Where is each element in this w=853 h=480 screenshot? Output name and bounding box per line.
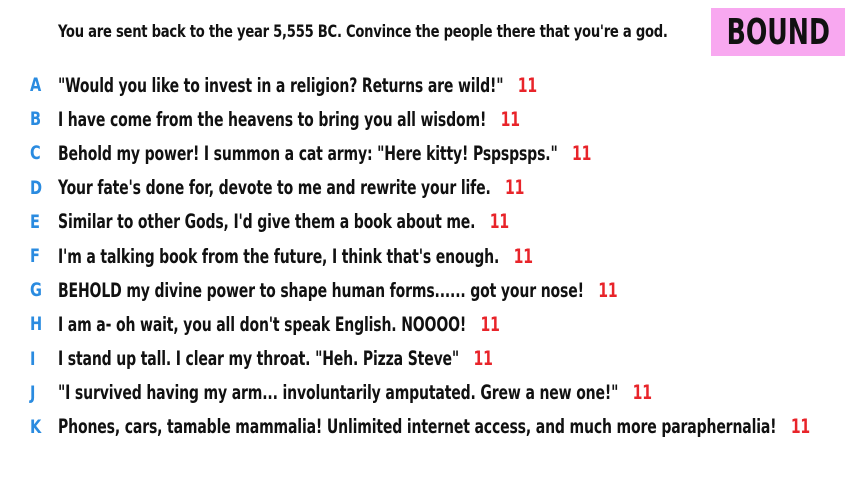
answer-row-c[interactable]: C Behold my power! I summon a cat army: … xyxy=(0,136,853,170)
answer-line: "I survived having my arm... involuntari… xyxy=(58,381,652,404)
answer-row-g[interactable]: G BEHOLD my divine power to shape human … xyxy=(0,273,853,307)
answer-line: I'm a talking book from the future, I th… xyxy=(58,245,533,268)
answer-line: BEHOLD my divine power to shape human fo… xyxy=(58,278,618,302)
answer-text: I have come from the heavens to bring yo… xyxy=(58,107,487,131)
answer-text: BEHOLD my divine power to shape human fo… xyxy=(58,278,584,302)
answer-text: I am a- oh wait, you all don't speak Eng… xyxy=(58,312,467,336)
answer-line: Your fate's done for, devote to me and r… xyxy=(58,176,524,199)
answer-text: Your fate's done for, devote to me and r… xyxy=(58,176,491,200)
answer-text: Behold my power! I summon a cat army: "H… xyxy=(58,141,558,165)
answer-letter: D xyxy=(30,176,43,199)
answer-row-i[interactable]: I I stand up tall. I clear my throat. "H… xyxy=(0,342,853,376)
answer-text: I'm a talking book from the future, I th… xyxy=(58,244,500,268)
answer-text: "I survived having my arm... involuntari… xyxy=(58,381,619,405)
answer-letter: F xyxy=(30,245,40,268)
answer-letter: K xyxy=(30,415,42,438)
answer-row-e[interactable]: E Similar to other Gods, I'd give them a… xyxy=(0,205,853,239)
answer-score: 11 xyxy=(513,244,533,268)
answer-row-h[interactable]: H I am a- oh wait, you all don't speak E… xyxy=(0,307,853,341)
bound-badge-label: BOUND xyxy=(726,11,830,53)
answer-letter: B xyxy=(30,108,42,131)
answer-score: 11 xyxy=(473,347,493,371)
answer-score: 11 xyxy=(480,312,500,336)
answer-line: Similar to other Gods, I'd give them a b… xyxy=(58,210,509,233)
answer-list: A "Would you like to invest in a religio… xyxy=(0,68,853,444)
answer-letter: C xyxy=(30,142,41,165)
answer-letter: A xyxy=(30,74,42,97)
answer-score: 11 xyxy=(505,176,525,200)
answer-text: "Would you like to invest in a religion?… xyxy=(58,73,504,97)
answer-score: 11 xyxy=(517,73,537,97)
answer-row-a[interactable]: A "Would you like to invest in a religio… xyxy=(0,68,853,102)
answer-text: Phones, cars, tamable mammalia! Unlimite… xyxy=(58,415,777,439)
answer-score: 11 xyxy=(572,141,592,165)
answer-letter: G xyxy=(30,279,42,302)
answer-line: I am a- oh wait, you all don't speak Eng… xyxy=(58,313,500,336)
answer-score: 11 xyxy=(500,107,520,131)
bound-badge: BOUND xyxy=(711,8,845,56)
answer-score: 11 xyxy=(489,210,509,234)
answer-letter: H xyxy=(30,313,43,336)
answer-text: I stand up tall. I clear my throat. "Heh… xyxy=(58,347,460,371)
answer-letter: I xyxy=(30,347,36,370)
answer-text: Similar to other Gods, I'd give them a b… xyxy=(58,210,476,234)
answer-letter: J xyxy=(30,381,36,404)
answer-line: Phones, cars, tamable mammalia! Unlimite… xyxy=(58,415,810,438)
answer-row-j[interactable]: J "I survived having my arm... involunta… xyxy=(0,376,853,410)
answer-row-k[interactable]: K Phones, cars, tamable mammalia! Unlimi… xyxy=(0,410,853,444)
answer-line: I have come from the heavens to bring yo… xyxy=(58,108,520,131)
answer-score: 11 xyxy=(598,278,618,302)
answer-line: I stand up tall. I clear my throat. "Heh… xyxy=(58,347,493,370)
answer-line: "Would you like to invest in a religion?… xyxy=(58,74,537,97)
answer-letter: E xyxy=(30,210,40,233)
answer-line: Behold my power! I summon a cat army: "H… xyxy=(58,142,591,165)
answer-row-b[interactable]: B I have come from the heavens to bring … xyxy=(0,102,853,136)
question-prompt: You are sent back to the year 5,555 BC. … xyxy=(58,22,668,42)
answer-score: 11 xyxy=(790,415,811,439)
answer-row-f[interactable]: F I'm a talking book from the future, I … xyxy=(0,239,853,273)
answer-row-d[interactable]: D Your fate's done for, devote to me and… xyxy=(0,171,853,205)
answer-score: 11 xyxy=(632,381,652,405)
